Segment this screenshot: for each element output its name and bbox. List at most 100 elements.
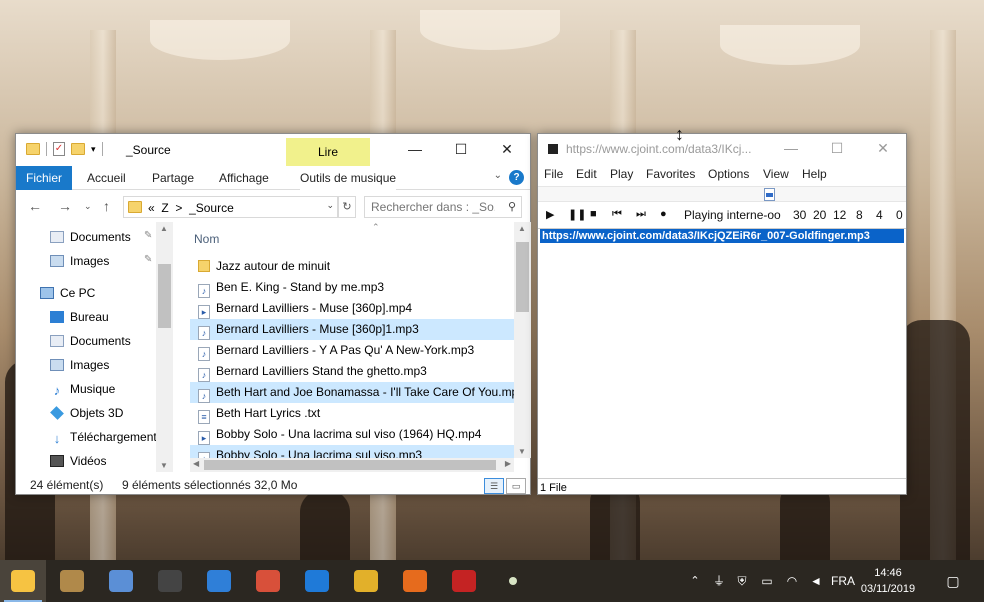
forward-arrow-icon[interactable]: → [58,198,72,214]
preset-4[interactable]: 4 [876,208,883,222]
nav-pane-scrollbar[interactable]: ▲ ▼ [156,222,173,472]
pause-icon[interactable]: ❚❚ [568,208,586,221]
chevron-down-icon[interactable]: ⌄ [326,200,334,211]
play-icon[interactable]: ▶ [546,208,554,221]
breadcrumb-separator[interactable]: > [175,201,182,215]
back-arrow-icon[interactable]: ← [28,198,42,214]
menu-view[interactable]: View [763,167,789,181]
notifications-icon[interactable]: ▢ [942,560,964,602]
wifi-icon[interactable]: ◠ [784,560,800,602]
close-button[interactable]: ✕ [484,134,530,166]
previous-icon[interactable]: ⏮ [612,208,622,221]
nav-item-musique[interactable]: ♪ Musique [50,378,116,400]
stop-icon[interactable]: ■ [590,208,597,220]
nav-item-ce-pc[interactable]: Ce PC [40,282,95,304]
tab-affichage[interactable]: Affichage [219,166,269,190]
next-icon[interactable]: ⏭ [636,208,646,221]
up-arrow-icon[interactable]: ↑ [103,198,110,214]
seek-slider-handle[interactable] [764,188,775,201]
file-row[interactable]: ♪ Ben E. King - Stand by me.mp3 [190,277,514,298]
clock[interactable]: 14:46 03/11/2019 [858,565,918,597]
usb-icon[interactable]: ⏚ [712,560,726,602]
large-icons-view-icon[interactable]: ▭ [506,478,526,494]
recent-locations-icon[interactable]: ⌄ [84,201,92,212]
scroll-up-arrow-icon[interactable]: ▲ [160,224,168,233]
menu-file[interactable]: File [544,167,563,181]
breadcrumb-item-source[interactable]: _Source [189,201,234,215]
scroll-up-arrow-icon[interactable]: ▲ [518,224,526,233]
address-bar[interactable]: « Z > _Source ⌄ [123,196,338,218]
taskbar-app-app-4[interactable] [147,560,193,602]
taskbar-app-app-3[interactable] [98,560,144,602]
contextual-tab-lire[interactable]: Lire [286,138,370,166]
close-button[interactable]: ✕ [860,134,906,164]
nav-item-images-pinned[interactable]: Images [50,250,109,272]
file-row[interactable]: ▸ Bobby Solo - Una lacrima sul viso (1964… [190,424,514,445]
file-row[interactable]: ≡ Beth Hart Lyrics .txt [190,403,514,424]
record-icon[interactable]: ● [660,208,667,220]
preset-12[interactable]: 12 [833,208,846,222]
taskbar-app-player-task[interactable] [490,560,536,602]
volume-icon[interactable]: ◄ [808,560,824,602]
file-row[interactable]: ♪ Beth Hart and Joe Bonamassa - I'll Take… [190,382,514,403]
scrollbar-thumb[interactable] [516,242,529,312]
file-row[interactable]: ♪Bobby Solo - Una lacrima sul viso.mp3 [190,445,514,458]
search-input[interactable] [365,197,495,217]
refresh-button[interactable]: ↻ [338,196,356,218]
show-hidden-icons-chevron-icon[interactable]: ⌃ [688,560,702,602]
menu-favorites[interactable]: Favorites [646,167,695,181]
menu-options[interactable]: Options [708,167,749,181]
taskbar-app-app-2[interactable] [49,560,95,602]
minimize-button[interactable]: — [768,134,814,164]
maximize-button[interactable]: ☐ [814,134,860,164]
taskbar-app-chrome[interactable] [343,560,389,602]
scroll-down-arrow-icon[interactable]: ▼ [518,447,526,456]
file-row[interactable]: Jazz autour de minuit [190,256,514,277]
battery-icon[interactable]: ▭ [758,560,776,602]
tab-outils-de-musique[interactable]: Outils de musique [300,166,397,190]
customize-toolbar-icon[interactable]: ▾ [91,144,96,155]
seek-bar[interactable] [538,186,906,202]
file-row[interactable]: ▸ Bernard Lavilliers - Muse [360p].mp4 [190,298,514,319]
preset-30[interactable]: 30 [793,208,806,222]
help-icon[interactable]: ? [509,170,524,185]
column-header-nom[interactable]: Nom [194,232,219,246]
file-row[interactable]: ♪ Bernard Lavilliers - Muse [360p]1.mp3 [190,319,514,340]
taskbar-app-firefox[interactable] [392,560,438,602]
taskbar-app-edge[interactable] [294,560,340,602]
scroll-right-arrow-icon[interactable]: ▶ [505,459,511,468]
file-row[interactable]: ♪ Bernard Lavilliers Stand the ghetto.mp3 [190,361,514,382]
file-row[interactable]: ♪ Bernard Lavilliers - Y A Pas Qu' A New-… [190,340,514,361]
nav-item-documents[interactable]: Documents [50,330,131,352]
scrollbar-thumb[interactable] [158,264,171,328]
nav-item-objets-3d[interactable]: Objets 3D [50,402,123,424]
tab-fichier[interactable]: Fichier [16,166,72,190]
taskbar-app-file-explorer[interactable] [0,560,46,602]
nav-item-telechargements[interactable]: ↓ Téléchargements [50,426,163,448]
scroll-down-arrow-icon[interactable]: ▼ [160,461,168,470]
minimize-button[interactable]: — [392,134,438,166]
nav-item-images[interactable]: Images [50,354,109,376]
menu-help[interactable]: Help [802,167,827,181]
nav-item-videos[interactable]: Vidéos [50,450,106,472]
nav-item-documents-pinned[interactable]: Documents [50,226,131,248]
breadcrumb-item-z[interactable]: Z [161,201,168,215]
file-list-scrollbar[interactable]: ▲ ▼ [514,222,531,458]
scrollbar-thumb[interactable] [204,460,496,470]
nav-item-bureau[interactable]: Bureau [50,306,109,328]
preset-20[interactable]: 20 [813,208,826,222]
chevron-down-icon[interactable]: ⌄ [494,170,502,181]
pin-icon[interactable]: ✎ [144,230,152,241]
maximize-button[interactable]: ☐ [438,134,484,166]
new-folder-icon[interactable] [71,143,85,155]
search-icon[interactable]: ⚲ [508,200,516,213]
playlist-item[interactable]: https://www.cjoint.com/data3/IKcjQZEiR6r… [540,229,904,243]
menu-edit[interactable]: Edit [576,167,597,181]
properties-icon[interactable]: ✓ [53,142,65,156]
pin-icon[interactable]: ✎ [144,254,152,265]
tab-partage[interactable]: Partage [152,166,194,190]
horizontal-scrollbar[interactable]: ◀ ▶ [190,458,514,472]
tab-accueil[interactable]: Accueil [87,166,126,190]
preset-0[interactable]: 0 [896,208,903,222]
scroll-left-arrow-icon[interactable]: ◀ [193,459,199,468]
